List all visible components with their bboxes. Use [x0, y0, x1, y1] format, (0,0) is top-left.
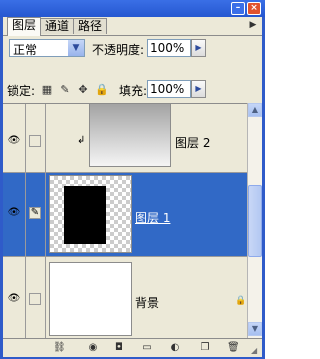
adjustment-layer-icon[interactable]: ◐ [169, 342, 181, 354]
layers-list: 👁 ↲ 图层 2 👁 ✎ 图层 1 👁 背景 🔒 [3, 103, 247, 339]
layer-thumbnail[interactable] [49, 175, 132, 253]
chevron-down-icon[interactable]: ▼ [68, 40, 84, 56]
layer-name[interactable]: 图层 1 [135, 209, 170, 226]
panel-frame: 图层 通道 路径 ▶ 正常 ▼ 不透明度: 100% ▶ 锁定: ▦ ✎ ✥ 🔒… [3, 17, 262, 357]
row-divider [45, 173, 46, 256]
layer-name[interactable]: 图层 2 [175, 134, 210, 151]
eye-icon[interactable]: 👁 [6, 293, 22, 305]
layer-row-background[interactable]: 👁 背景 🔒 [3, 257, 247, 339]
clip-arrow-icon: ↲ [77, 135, 86, 146]
layer-thumbnail[interactable] [89, 103, 171, 167]
brush-icon[interactable]: ✎ [29, 207, 41, 219]
lock-all-icon[interactable]: 🔒 [95, 84, 109, 96]
scroll-up-button[interactable]: ▲ [248, 103, 262, 117]
opacity-slider-button[interactable]: ▶ [191, 39, 206, 57]
row-divider [25, 257, 26, 339]
scroll-down-button[interactable]: ▼ [248, 322, 262, 336]
lock-icon: 🔒 [235, 296, 247, 306]
scroll-thumb[interactable] [248, 185, 262, 257]
scrollbar[interactable]: ▲ ▼ [247, 103, 262, 338]
panel-menu-icon[interactable]: ▶ [247, 19, 259, 31]
row-divider [25, 173, 26, 256]
opacity-input[interactable]: 100% [147, 39, 191, 57]
layer-thumbnail[interactable] [49, 262, 132, 336]
tab-channels[interactable]: 通道 [40, 18, 75, 34]
fill-input[interactable]: 100% [147, 80, 191, 98]
layer-row-layer-1[interactable]: 👁 ✎ 图层 1 [3, 173, 247, 257]
link-box[interactable] [29, 293, 41, 305]
new-layer-icon[interactable]: ❐ [199, 342, 211, 354]
lock-label: 锁定: [7, 84, 36, 98]
link-box[interactable] [29, 135, 41, 147]
new-group-icon[interactable]: ▭ [141, 342, 153, 354]
lock-position-icon[interactable]: ✥ [77, 84, 89, 96]
blend-mode-value: 正常 [13, 43, 38, 57]
layer-row-layer-2[interactable]: 👁 ↲ 图层 2 [3, 103, 247, 173]
title-bar[interactable]: – × [0, 0, 265, 17]
panel-tabs: 图层 通道 路径 ▶ [3, 17, 262, 36]
close-button[interactable]: × [247, 2, 261, 15]
layer-style-icon[interactable]: ◉ [87, 342, 99, 354]
lock-transparent-pixels-icon[interactable]: ▦ [41, 84, 53, 96]
add-mask-icon[interactable]: ◘ [113, 342, 125, 354]
opacity-label: 不透明度: [92, 43, 145, 57]
layers-bottom-toolbar: ⛓ ◉ ◘ ▭ ◐ ❐ 🗑 ◢ [3, 338, 262, 357]
fill-slider-button[interactable]: ▶ [191, 80, 206, 98]
eye-icon[interactable]: 👁 [6, 135, 22, 147]
minimize-button[interactable]: – [231, 2, 245, 15]
layer-name[interactable]: 背景 [135, 294, 159, 311]
row-divider [25, 104, 26, 172]
fill-label: 填充: [119, 84, 148, 98]
layer-options: 正常 ▼ 不透明度: 100% ▶ 锁定: ▦ ✎ ✥ 🔒 填充: 100% ▶ [3, 35, 262, 104]
row-divider [45, 257, 46, 339]
thumbnail-content [64, 186, 106, 244]
tab-paths[interactable]: 路径 [73, 18, 108, 34]
tab-layers[interactable]: 图层 [7, 17, 42, 36]
delete-layer-icon[interactable]: 🗑 [227, 342, 240, 354]
layers-panel-window: – × 图层 通道 路径 ▶ 正常 ▼ 不透明度: 100% ▶ 锁定: ▦ ✎… [0, 0, 265, 359]
resize-grip-icon[interactable]: ◢ [251, 346, 261, 356]
eye-icon[interactable]: 👁 [6, 207, 22, 219]
lock-image-pixels-icon[interactable]: ✎ [59, 84, 71, 96]
blend-mode-select[interactable]: 正常 ▼ [9, 39, 85, 57]
row-divider [45, 104, 46, 172]
link-layers-icon[interactable]: ⛓ [53, 342, 66, 354]
